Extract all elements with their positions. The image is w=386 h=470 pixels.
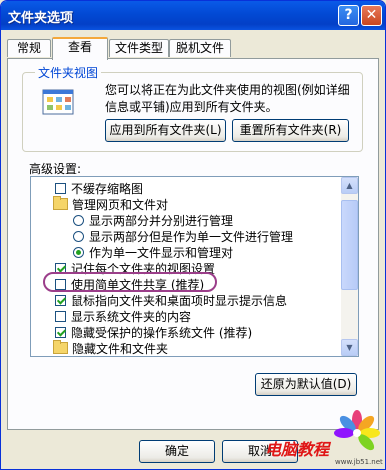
help-button[interactable]: ? bbox=[338, 5, 359, 26]
close-button[interactable]: ✕ bbox=[361, 5, 382, 26]
checkbox-checked[interactable] bbox=[55, 327, 66, 338]
list-item-show-both-manage-separately[interactable]: 显示两部分并分别进行管理 bbox=[73, 213, 233, 229]
scroll-down-icon[interactable]: ▼ bbox=[341, 339, 358, 356]
checkbox[interactable] bbox=[55, 311, 66, 322]
title-bar[interactable]: 文件夹选项 ? ✕ bbox=[1, 1, 385, 30]
folder-view-icon bbox=[42, 89, 74, 115]
list-item-show-system-folder-contents[interactable]: 显示系统文件夹的内容 bbox=[55, 309, 191, 325]
list-item-label: 显示两部分但是作为单一文件进行管理 bbox=[89, 230, 294, 244]
checkbox[interactable] bbox=[55, 183, 66, 194]
list-item-no-thumbnail-cache[interactable]: 不缓存缩略图 bbox=[55, 181, 143, 197]
radio-button[interactable] bbox=[73, 231, 84, 242]
reset-all-folders-button[interactable]: 重置所有文件夹(R) bbox=[232, 119, 349, 142]
list-item-label: 显示系统文件夹的内容 bbox=[71, 310, 192, 324]
scroll-thumb[interactable] bbox=[341, 200, 358, 290]
tab-view[interactable]: 查看 bbox=[52, 37, 108, 60]
advanced-settings-label: 高级设置: bbox=[29, 162, 82, 176]
list-item-hidden-files-and-folders: 隐藏文件和文件夹 bbox=[53, 340, 169, 356]
list-item-show-single-file[interactable]: 作为单一文件显示和管理对 bbox=[73, 245, 233, 261]
radio-button[interactable] bbox=[73, 215, 84, 226]
list-item-hide-protected-os-files[interactable]: 隐藏受保护的操作系统文件 (推荐) bbox=[55, 325, 252, 341]
list-item-label: 鼠标指向文件夹和桌面项时显示提示信息 bbox=[71, 294, 288, 308]
checkbox-checked[interactable] bbox=[55, 295, 66, 306]
list-item-show-tooltips[interactable]: 鼠标指向文件夹和桌面项时显示提示信息 bbox=[55, 293, 287, 309]
list-item-label: 显示两部分并分别进行管理 bbox=[89, 214, 234, 228]
tab-general[interactable]: 常规 bbox=[7, 39, 51, 57]
list-item-label: 作为单一文件显示和管理对 bbox=[89, 246, 234, 260]
tab-offline-files[interactable]: 脱机文件 bbox=[169, 39, 231, 57]
advanced-settings-list[interactable]: 不缓存缩略图 管理网页和文件对 显示两部分并分别进行管理 显示两部分但是作为单一… bbox=[30, 176, 359, 357]
watermark-text: 电脑教程 bbox=[265, 440, 330, 459]
scroll-up-icon[interactable]: ▲ bbox=[341, 177, 358, 194]
list-item-label: 不缓存缩略图 bbox=[71, 182, 144, 196]
folder-icon bbox=[53, 340, 68, 354]
folder-views-title: 文件夹视图 bbox=[35, 64, 102, 81]
radio-button-selected[interactable] bbox=[73, 247, 84, 258]
apply-to-all-folders-button[interactable]: 应用到所有文件夹(L) bbox=[105, 119, 226, 142]
tab-file-types[interactable]: 文件类型 bbox=[109, 39, 169, 57]
folder-options-window: 文件夹选项 ? ✕ 常规 查看 文件类型 脱机文件 文件夹视图 您可以将正在为此… bbox=[0, 0, 386, 470]
list-item-show-both-manage-single[interactable]: 显示两部分但是作为单一文件进行管理 bbox=[73, 229, 293, 245]
highlight-annotation bbox=[43, 272, 217, 292]
ok-button[interactable]: 确定 bbox=[139, 440, 215, 463]
window-title: 文件夹选项 bbox=[8, 11, 74, 26]
list-item-label: 隐藏文件和文件夹 bbox=[72, 342, 169, 356]
folder-views-description: 您可以将正在为此文件夹使用的视图(例如详细信息或平铺)应用到所有文件夹。 bbox=[105, 83, 350, 114]
list-item-manage-web-pages: 管理网页和文件对 bbox=[53, 196, 169, 213]
vertical-scrollbar[interactable]: ▲ ▼ bbox=[341, 177, 358, 356]
list-item-label: 隐藏受保护的操作系统文件 (推荐) bbox=[71, 326, 253, 340]
folder-icon bbox=[53, 196, 68, 210]
restore-defaults-button[interactable]: 还原为默认值(D) bbox=[255, 373, 357, 396]
list-item-label: 管理网页和文件对 bbox=[72, 198, 169, 212]
flower-logo-icon bbox=[334, 410, 380, 451]
watermark-url: www.jb51.net bbox=[335, 458, 383, 466]
